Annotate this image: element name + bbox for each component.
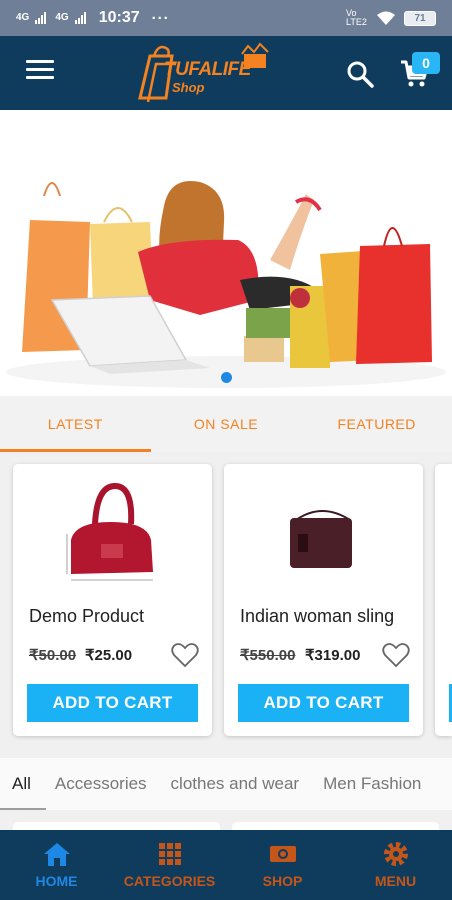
carousel-indicator-dot[interactable] (221, 372, 232, 383)
category-chip-accessories[interactable]: Accessories (55, 758, 147, 810)
signal-indicator-2: 4G (55, 12, 69, 23)
product-card[interactable]: Indian woman sling ₹550.00 ₹319.00 ADD T… (224, 464, 423, 736)
product-sale-price: ₹319.00 (305, 647, 361, 664)
product-card[interactable]: Demo Product ₹50.00 ₹25.00 ADD TO CART (13, 464, 212, 736)
tab-latest[interactable]: LATEST (0, 396, 151, 452)
bottom-navigation: HOME CATEGORIES SHOP MENU (0, 830, 452, 900)
product-original-price: ₹550.00 (240, 647, 296, 664)
tab-on-sale[interactable]: ON SALE (151, 396, 302, 452)
category-chip-men-fashion[interactable]: Men Fashion (323, 758, 421, 810)
handbag-product-image (66, 482, 153, 581)
grid-icon (158, 843, 181, 865)
clock: 10:37 (98, 9, 140, 26)
battery-indicator: 71 (404, 10, 436, 26)
product-card-partial[interactable] (435, 464, 452, 736)
home-icon (43, 843, 70, 866)
logo-text: TUFALIFE (164, 59, 251, 80)
add-to-cart-button[interactable]: ADD TO CART (27, 684, 198, 722)
battery-level: 71 (414, 12, 426, 24)
wifi-icon (377, 11, 395, 25)
heart-icon[interactable] (171, 642, 199, 668)
product-tabs: LATEST ON SALE FEATURED (0, 396, 452, 452)
nav-shop[interactable]: SHOP (226, 830, 339, 900)
product-sale-price: ₹25.00 (85, 647, 133, 664)
more-notifications-icon: ··· (151, 9, 170, 27)
search-icon[interactable] (346, 60, 374, 88)
category-chip-clothes[interactable]: clothes and wear (171, 758, 300, 810)
sling-bag-product-image (290, 510, 352, 568)
nav-categories-label: CATEGORIES (123, 873, 216, 889)
cart-count-badge[interactable]: 0 (412, 52, 440, 74)
product-original-price: ₹50.00 (29, 647, 77, 664)
signal-bars-icon (74, 12, 86, 24)
hamburger-menu-icon[interactable] (26, 60, 54, 84)
app-logo: TUFALIFE Shop (136, 42, 276, 104)
nav-shop-label: SHOP (262, 873, 303, 889)
heart-icon[interactable] (382, 642, 410, 668)
tab-featured[interactable]: FEATURED (301, 396, 452, 452)
category-chip-all[interactable]: All (0, 758, 46, 810)
gear-icon (383, 842, 408, 866)
add-to-cart-button[interactable]: ADD TO CART (238, 684, 409, 722)
product-name[interactable]: Indian woman sling (240, 606, 394, 627)
nav-menu-label: MENU (374, 873, 417, 889)
nav-categories[interactable]: CATEGORIES (113, 830, 226, 900)
status-bar: 4G 4G 10:37 ··· Vo LTE2 71 (0, 0, 452, 36)
money-icon (269, 846, 296, 862)
nav-home[interactable]: HOME (0, 830, 113, 900)
signal-bars-icon (35, 12, 47, 24)
nav-menu[interactable]: MENU (339, 830, 452, 900)
logo-subtext: Shop (172, 80, 205, 95)
shopping-woman-banner-image (0, 110, 452, 396)
network-type: Vo LTE2 (346, 8, 367, 27)
app-bar: TUFALIFE Shop 0 (0, 36, 452, 110)
nav-home-label: HOME (35, 873, 78, 889)
product-name[interactable]: Demo Product (29, 606, 144, 627)
product-carousel[interactable]: Demo Product ₹50.00 ₹25.00 ADD TO CART I… (0, 452, 452, 757)
category-filter: All Accessories clothes and wear Men Fas… (0, 758, 452, 810)
promo-banner[interactable] (0, 110, 452, 396)
signal-indicator-1: 4G (16, 12, 30, 23)
